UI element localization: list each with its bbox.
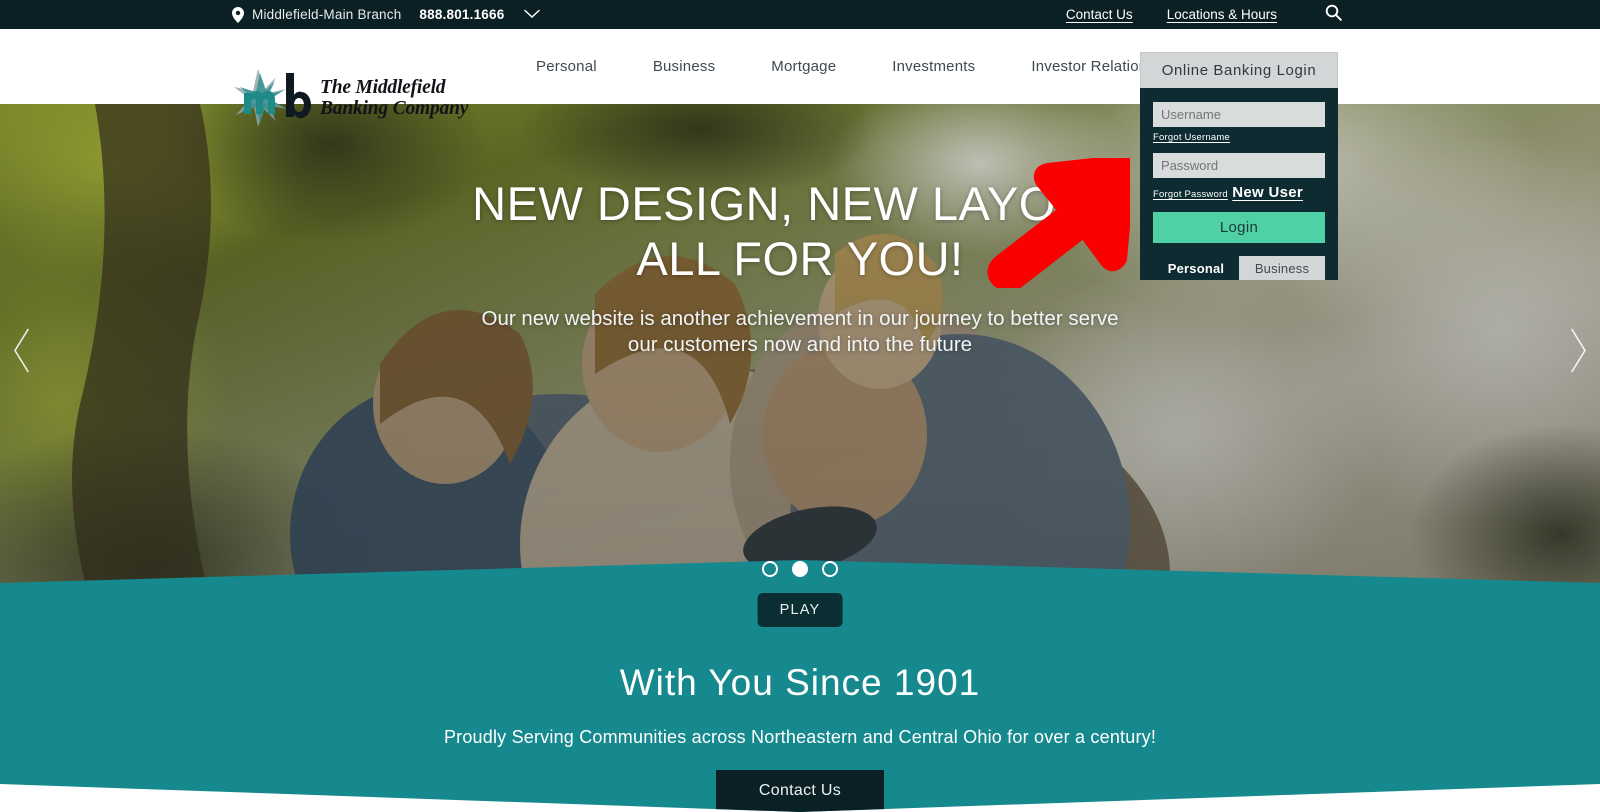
logo-line-2: Banking Company bbox=[320, 98, 469, 119]
logo-wordmark: The Middlefield Banking Company bbox=[320, 77, 468, 119]
nav-item-personal[interactable]: Personal bbox=[536, 58, 625, 75]
topbar-link-contact-us[interactable]: Contact Us bbox=[1066, 7, 1133, 22]
carousel-dot-1[interactable] bbox=[762, 561, 778, 577]
nav-item-investments[interactable]: Investments bbox=[864, 58, 1003, 75]
carousel-next-button[interactable] bbox=[1566, 327, 1590, 378]
hero-subtitle: Our new website is another achievement i… bbox=[470, 306, 1130, 358]
site-header: The Middlefield Banking Company Personal… bbox=[0, 29, 1600, 127]
login-form: Forgot Username Forgot Password New User… bbox=[1140, 88, 1338, 280]
chevron-left-icon bbox=[10, 328, 34, 377]
login-account-type-tabs: Personal Business bbox=[1153, 256, 1325, 280]
carousel-dot-2[interactable] bbox=[792, 561, 808, 577]
carousel-prev-button[interactable] bbox=[10, 327, 34, 378]
play-button[interactable]: PLAY bbox=[757, 593, 843, 627]
promo-subtitle: Proudly Serving Communities across North… bbox=[443, 727, 1157, 747]
promo-contact-us-button[interactable]: Contact Us bbox=[715, 770, 885, 812]
promo-title: With You Since 1901 bbox=[619, 662, 981, 703]
new-user-link[interactable]: New User bbox=[1232, 184, 1303, 201]
login-submit-button[interactable]: Login bbox=[1153, 212, 1325, 243]
topbar-link-locations-hours[interactable]: Locations & Hours bbox=[1167, 7, 1277, 22]
login-panel-heading[interactable]: Online Banking Login bbox=[1140, 52, 1338, 88]
top-utility-bar: Middlefield-Main Branch 888.801.1666 Con… bbox=[0, 0, 1600, 29]
main-navigation: Personal Business Mortgage Investments I… bbox=[536, 29, 1183, 104]
username-input[interactable] bbox=[1153, 102, 1325, 127]
hero-title-line-2: ALL FOR YOU! bbox=[636, 232, 964, 285]
hero-carousel: NEW DESIGN, NEW LAYOUT, ALL FOR YOU! Our… bbox=[0, 104, 1600, 601]
nav-item-mortgage[interactable]: Mortgage bbox=[743, 58, 864, 75]
branch-selector[interactable]: Middlefield-Main Branch 888.801.1666 bbox=[232, 6, 541, 24]
red-arrow-pointing-up-right-icon bbox=[980, 154, 1136, 293]
chevron-down-icon[interactable] bbox=[524, 6, 541, 24]
search-icon[interactable] bbox=[1325, 4, 1342, 26]
site-logo[interactable]: The Middlefield Banking Company bbox=[228, 67, 468, 129]
branch-phone[interactable]: 888.801.1666 bbox=[419, 7, 504, 22]
logo-line-1: The Middlefield bbox=[320, 77, 446, 98]
topbar-links: Contact Us Locations & Hours bbox=[1066, 4, 1342, 26]
forgot-password-link[interactable]: Forgot Password bbox=[1153, 189, 1228, 200]
nav-item-business[interactable]: Business bbox=[625, 58, 743, 75]
branch-name: Middlefield-Main Branch bbox=[252, 7, 402, 22]
page-root: Middlefield-Main Branch 888.801.1666 Con… bbox=[0, 0, 1600, 812]
forgot-username-link[interactable]: Forgot Username bbox=[1153, 132, 1230, 143]
password-input[interactable] bbox=[1153, 153, 1325, 178]
hero-content: NEW DESIGN, NEW LAYOUT, ALL FOR YOU! Our… bbox=[0, 104, 1600, 601]
login-tab-business[interactable]: Business bbox=[1239, 256, 1325, 280]
hero-subtitle-line-1: Our new website is another achievement i… bbox=[481, 307, 1119, 330]
carousel-dots bbox=[762, 561, 838, 577]
online-banking-login-panel: Online Banking Login Forgot Username For… bbox=[1140, 52, 1338, 280]
mb-starburst-logo-icon bbox=[228, 67, 324, 129]
login-tab-personal[interactable]: Personal bbox=[1153, 256, 1239, 280]
location-pin-icon bbox=[232, 6, 244, 23]
carousel-dot-3[interactable] bbox=[822, 561, 838, 577]
chevron-right-icon bbox=[1566, 328, 1590, 377]
hero-subtitle-line-2: our customers now and into the future bbox=[627, 333, 973, 356]
